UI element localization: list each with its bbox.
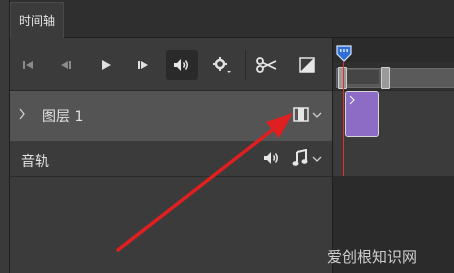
work-area-end-handle[interactable]	[381, 67, 390, 89]
layer-name: 图层 1	[42, 109, 84, 125]
play-icon	[102, 60, 111, 70]
panel-tab-bar	[10, 0, 454, 38]
watermark-text: 爱创根知识网	[327, 248, 418, 266]
next-frame-icon	[138, 61, 148, 69]
chevron-down-icon[interactable]	[312, 111, 322, 119]
work-area-range	[345, 70, 379, 84]
audio-mute-icon[interactable]	[263, 151, 283, 165]
left-edge-strip	[0, 0, 10, 273]
toolbar-divider	[245, 50, 246, 80]
play-button[interactable]	[96, 52, 116, 78]
previous-frame-icon	[61, 61, 71, 69]
transition-icon	[299, 57, 315, 73]
previous-frame-button[interactable]	[55, 52, 75, 78]
go-to-first-frame-icon	[23, 61, 33, 69]
settings-icon	[213, 57, 231, 73]
next-frame-button[interactable]	[134, 52, 154, 78]
audio-track-row[interactable]	[10, 141, 332, 177]
audio-toggle-icon-wrap	[170, 52, 194, 78]
audio-toggle-icon	[174, 59, 188, 71]
tab-timeline[interactable]: 时间轴	[10, 2, 64, 38]
go-to-first-frame-button[interactable]	[18, 52, 38, 78]
clip-expand-icon[interactable]	[348, 95, 356, 105]
audio-track-label: 音轨	[21, 154, 49, 170]
settings-button[interactable]	[209, 52, 233, 78]
tab-label: 时间轴	[18, 14, 55, 28]
transition-button[interactable]	[296, 52, 318, 78]
expand-chevron-icon[interactable]	[18, 108, 26, 120]
split-scissors-icon	[256, 57, 277, 73]
music-note-icon[interactable]	[292, 149, 308, 167]
chevron-down-icon[interactable]	[312, 155, 322, 163]
audio-track-lane	[333, 141, 454, 177]
film-strip-icon[interactable]	[293, 107, 309, 122]
playhead-line	[343, 62, 344, 176]
split-button[interactable]	[254, 52, 280, 78]
playhead-icon[interactable]	[335, 44, 353, 64]
